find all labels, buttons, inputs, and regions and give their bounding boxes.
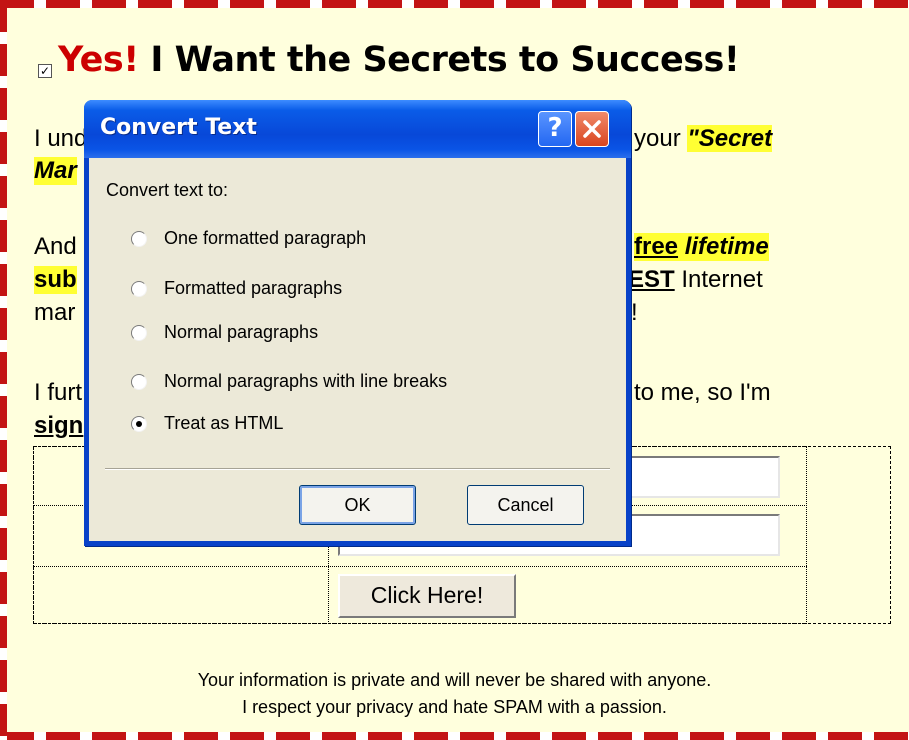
- free-text: free: [634, 233, 679, 260]
- name-input[interactable]: [620, 456, 780, 498]
- radio-button[interactable]: [131, 281, 147, 297]
- para3-line1-start: I furt: [34, 379, 83, 406]
- option-label: Normal paragraphs with line breaks: [164, 371, 448, 391]
- lifetime-text: lifetime: [684, 233, 769, 260]
- secret-highlight: "Secret: [687, 125, 773, 152]
- option-label: Formatted paragraphs: [164, 278, 343, 298]
- help-button[interactable]: ?: [538, 111, 572, 147]
- dialog-separator: [105, 468, 610, 470]
- dialog-title: Convert Text: [100, 115, 257, 140]
- convert-prompt: Convert text to:: [106, 180, 229, 200]
- radio-dot: [136, 421, 142, 427]
- headline-text: I Want the Secrets to Success!: [138, 40, 740, 80]
- radio-button[interactable]: [131, 374, 147, 390]
- para2-line1-start: And: [34, 233, 77, 260]
- dialog-client-area: Convert text to: One formatted paragraph…: [89, 158, 626, 541]
- radio-button[interactable]: [131, 325, 147, 341]
- option-label: One formatted paragraph: [164, 228, 367, 248]
- page-headline: Yes! I Want the Secrets to Success!: [38, 40, 740, 80]
- para1-line1-start: I und: [34, 125, 88, 152]
- close-button[interactable]: [575, 111, 609, 147]
- radio-button-selected[interactable]: [131, 416, 147, 432]
- internet-text: Internet: [674, 266, 763, 293]
- table-row-divider-2: [33, 566, 807, 567]
- cancel-button[interactable]: Cancel: [467, 485, 584, 525]
- privacy-note-1: Your information is private and will nev…: [197, 670, 712, 690]
- para1-line2-start: Mar: [34, 157, 77, 185]
- ok-button[interactable]: OK: [299, 485, 416, 525]
- option-label: Treat as HTML: [164, 413, 284, 433]
- para2-line3-end: !: [631, 299, 638, 326]
- para1-line1-end-text: your: [634, 125, 688, 152]
- best-text: EST: [628, 266, 675, 293]
- para2-line2-start: sub: [34, 266, 77, 294]
- close-icon: [583, 120, 601, 138]
- dashed-border-left: [0, 0, 7, 740]
- para3-line2-start: sign: [34, 412, 84, 439]
- radio-button[interactable]: [131, 231, 147, 247]
- option-label: Normal paragraphs: [164, 322, 319, 342]
- submit-button[interactable]: Click Here!: [338, 574, 516, 618]
- para3-line1-end: to me, so I'm: [634, 379, 771, 406]
- dashed-border-bottom: [0, 732, 909, 740]
- headline-yes: Yes!: [58, 40, 139, 80]
- para2-line2-end: EST Internet: [628, 266, 763, 294]
- convert-text-dialog: Convert Text ? Convert text to: One form…: [84, 100, 631, 546]
- para2-line1-end: free lifetime: [634, 233, 769, 261]
- para1-line1-end: your "Secret: [634, 125, 773, 153]
- dashed-border-top: [0, 0, 909, 8]
- dialog-titlebar[interactable]: Convert Text ?: [84, 100, 631, 158]
- privacy-note-2: I respect your privacy and hate SPAM wit…: [242, 697, 667, 717]
- para2-line3-start: mar: [34, 299, 76, 326]
